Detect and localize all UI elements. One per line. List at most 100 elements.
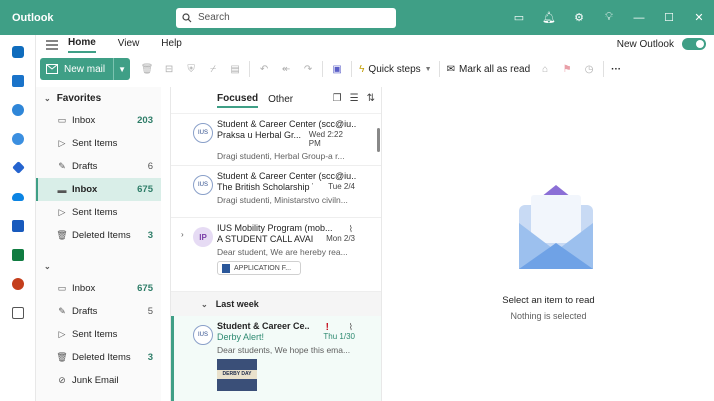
section-header-last-week[interactable]: ⌄ Last week [171, 292, 381, 316]
maximize-icon[interactable]: ☐ [654, 0, 684, 35]
select-icon[interactable]: ❐ [333, 93, 342, 104]
message-date: Tue 2/4 [328, 182, 355, 191]
toolbar-divider [249, 61, 251, 77]
delete-icon[interactable]: 🗑︎ [136, 58, 158, 80]
paperclip-icon: ⌇ [348, 322, 353, 332]
important-icon: ! [325, 322, 329, 333]
chevron-right-icon[interactable]: › [181, 230, 184, 239]
account-group[interactable]: ⌄ [36, 255, 161, 277]
tab-home[interactable]: Home [68, 37, 96, 53]
hamburger-icon[interactable] [36, 40, 68, 50]
more-options-button[interactable]: ··· [611, 64, 621, 75]
message-item[interactable]: IUS Student & Career Center (scc@iu... P… [171, 114, 381, 166]
message-subject: A STUDENT CALL AVAI... [217, 234, 313, 244]
reply-all-icon[interactable]: ↞ [275, 58, 297, 80]
mark-all-read-button[interactable]: ✉ Mark all as read [447, 64, 531, 75]
folder-deleted-items[interactable]: 🗑︎ Deleted Items 3 [36, 346, 161, 369]
thumbnail-caption: DERBY DAY [217, 370, 257, 379]
close-icon[interactable]: ✕ [684, 0, 714, 35]
folder-deleted-items[interactable]: 🗑︎ Deleted Items 3 [36, 224, 161, 247]
folder-inbox[interactable]: ▭ Inbox 203 [36, 109, 161, 132]
reply-icon[interactable]: ↶ [253, 58, 275, 80]
message-preview: Dear student, We are hereby rea... [217, 247, 348, 257]
rail-groups-icon[interactable] [0, 124, 36, 153]
sender-avatar: IUS [193, 123, 213, 143]
rail-onedrive-icon[interactable] [0, 182, 36, 211]
sender-avatar: IP [193, 227, 213, 247]
message-date: Mon 2/3 [326, 234, 355, 243]
rail-word-icon[interactable] [0, 211, 36, 240]
teams-icon[interactable]: ▣ [326, 58, 348, 80]
lightbulb-icon[interactable]: 💡︎ [594, 0, 624, 35]
new-mail-button[interactable]: New mail ▼ [40, 58, 131, 80]
envelope-open-icon: ✉ [446, 63, 455, 75]
rail-people-icon[interactable] [0, 95, 36, 124]
message-item[interactable]: IUS Student & Career Center (scc@iu... T… [171, 166, 381, 218]
message-date: Thu 1/30 [323, 332, 355, 341]
folder-sent-items[interactable]: ▷ Sent Items [36, 323, 161, 346]
new-outlook-label: New Outlook [616, 38, 674, 50]
tab-focused[interactable]: Focused [217, 93, 259, 108]
tag-icon[interactable]: ⌂ [534, 58, 556, 80]
gear-icon[interactable]: ⚙ [564, 0, 594, 35]
bell-icon[interactable]: 🔔︎ [534, 0, 564, 35]
app-title: Outlook [12, 11, 54, 24]
search-icon [182, 12, 192, 22]
folder-sent-items[interactable]: ▷ Sent Items [36, 132, 161, 155]
move-icon[interactable]: ▤ [224, 58, 246, 80]
message-list-header: Focused Other ❐ ☰ ⇅ [171, 87, 381, 114]
clock-icon[interactable]: ◷ [578, 58, 600, 80]
rail-calendar-icon[interactable] [0, 66, 36, 95]
rail-mail-icon[interactable] [0, 37, 36, 66]
minimize-icon[interactable]: — [624, 0, 654, 35]
forward-icon[interactable]: ↷ [297, 58, 319, 80]
folder-junk-email[interactable]: ⊘ Junk Email [36, 369, 161, 392]
search-box[interactable]: Search [176, 7, 396, 28]
folder-drafts[interactable]: ✎ Drafts 6 [36, 155, 161, 178]
message-item[interactable]: › IP ⌇ IUS Mobility Program (mob... A ST… [171, 218, 381, 292]
folder-label: Sent Items [72, 138, 118, 149]
tab-help[interactable]: Help [161, 38, 182, 52]
junk-icon: ⊘ [58, 375, 66, 385]
toolbar-divider [603, 61, 605, 77]
folder-inbox[interactable]: ▭ Inbox 675 [36, 277, 161, 300]
folder-sent-items[interactable]: ▷ Sent Items [36, 201, 161, 224]
message-preview: Dear students, We hope this ema... [217, 345, 351, 355]
attachment-chip[interactable]: APPLICATION F... [217, 261, 301, 275]
tab-view[interactable]: View [118, 38, 140, 52]
quick-steps-button[interactable]: ϟ Quick steps ▼ [359, 64, 431, 75]
message-item-unread[interactable]: IUS ! ⌇ Student & Career Ce... Derby Ale… [171, 316, 381, 401]
folder-drafts[interactable]: ✎ Drafts 5 [36, 300, 161, 323]
folder-inbox-selected[interactable]: ▬ Inbox 675 [36, 178, 161, 201]
inbox-icon: ▭ [57, 115, 67, 125]
app-rail [0, 35, 36, 401]
folder-label: Drafts [72, 306, 98, 317]
rail-todo-icon[interactable] [0, 153, 36, 182]
title-bar: Outlook Search ▭ 🔔︎ ⚙ 💡︎ — ☐ ✕ [0, 0, 714, 35]
message-image-thumbnail[interactable]: DERBY DAY [217, 359, 257, 391]
search-input[interactable]: Search [198, 12, 230, 23]
archive-icon[interactable]: ⊟ [158, 58, 180, 80]
unread-count: 3 [147, 352, 153, 363]
inbox-icon: ▭ [57, 283, 67, 293]
sender-avatar: IUS [193, 175, 213, 195]
new-mail-dropdown-icon[interactable]: ▼ [114, 58, 130, 80]
rail-excel-icon[interactable] [0, 240, 36, 269]
whiteboard-icon[interactable]: ▭ [504, 0, 534, 35]
report-icon[interactable]: ⛨ [180, 58, 202, 80]
message-list-scrollbar[interactable] [376, 114, 381, 401]
filter-icon[interactable]: ☰ [350, 93, 359, 104]
favorites-group[interactable]: ⌄ Favorites [36, 87, 161, 109]
folder-label: Drafts [72, 161, 98, 172]
mail-icon [46, 64, 58, 74]
sweep-icon[interactable]: ⌿ [202, 58, 224, 80]
tab-other[interactable]: Other [268, 94, 293, 107]
reading-pane: Select an item to read Nothing is select… [383, 87, 714, 401]
quick-steps-label: Quick steps [368, 63, 421, 75]
new-outlook-toggle[interactable] [682, 38, 706, 50]
flag-icon[interactable]: ⚑ [556, 58, 578, 80]
scrollbar-thumb[interactable] [377, 128, 380, 152]
rail-powerpoint-icon[interactable] [0, 269, 36, 298]
rail-apps-icon[interactable] [0, 298, 36, 327]
sort-icon[interactable]: ⇅ [367, 93, 375, 104]
